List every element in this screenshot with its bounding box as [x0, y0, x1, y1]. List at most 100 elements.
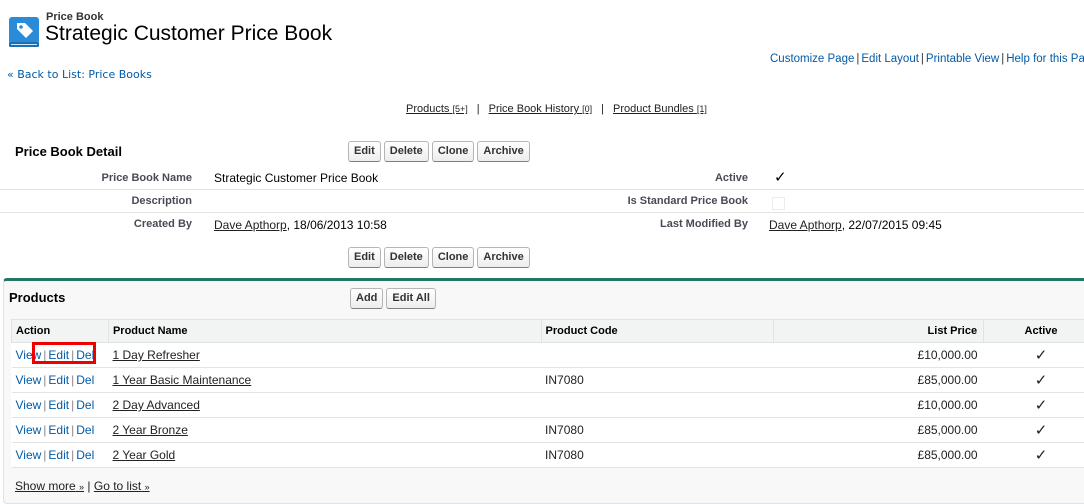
divider — [0, 189, 1084, 190]
created-by-date: , 18/06/2013 10:58 — [287, 218, 387, 232]
last-modified-value: Dave Apthorp, 22/07/2015 09:45 — [769, 218, 942, 232]
delete-link[interactable]: Del — [76, 448, 94, 462]
add-product-button[interactable]: Add — [350, 288, 383, 309]
delete-link[interactable]: Del — [76, 423, 94, 437]
row-actions: View|Edit|Del — [12, 418, 109, 443]
related-link-product-bundles[interactable]: Product Bundles [1] — [613, 103, 707, 115]
products-footer-links: Show more » | Go to list » — [15, 479, 150, 493]
page-title: Strategic Customer Price Book — [45, 22, 332, 46]
edit-all-button[interactable]: Edit All — [386, 288, 435, 309]
related-link-price-book-history[interactable]: Price Book History [0] — [489, 103, 593, 115]
related-link-label: Products — [406, 103, 449, 115]
page-links: Customize Page|Edit Layout|Printable Vie… — [770, 53, 1084, 65]
row-actions: View|Edit|Del — [12, 368, 109, 393]
divider — [0, 212, 1084, 213]
product-name-link[interactable]: 1 Day Refresher — [112, 348, 199, 362]
list-price: £85,000.00 — [774, 368, 984, 393]
table-row: View|Edit|Del1 Day Refresher£10,000.00✓ — [12, 343, 1084, 368]
list-price: £10,000.00 — [774, 393, 984, 418]
product-name-link[interactable]: 2 Year Gold — [112, 448, 175, 462]
product-code — [541, 393, 774, 418]
go-to-list-label: Go to list — [94, 479, 141, 493]
related-link-products[interactable]: Products [5+] — [406, 103, 468, 115]
last-modified-date: , 22/07/2015 09:45 — [842, 218, 942, 232]
column-header-product-code[interactable]: Product Code — [541, 320, 774, 343]
created-by-user-link[interactable]: Dave Apthorp — [214, 218, 287, 232]
edit-link[interactable]: Edit — [48, 448, 69, 462]
active-check-icon: ✓ — [984, 393, 1084, 418]
related-link-count: [1] — [697, 104, 707, 114]
description-label: Description — [131, 195, 192, 207]
product-name-link[interactable]: 1 Year Basic Maintenance — [112, 373, 251, 387]
highlight-box — [32, 342, 96, 364]
product-name-link[interactable]: 2 Day Advanced — [112, 398, 199, 412]
product-code — [541, 343, 774, 368]
products-section-title: Products — [9, 290, 65, 305]
view-link[interactable]: View — [16, 448, 42, 462]
price-book-name-label: Price Book Name — [102, 172, 192, 184]
table-row: View|Edit|Del1 Year Basic Maintenance IN7… — [12, 368, 1084, 393]
column-header-list-price[interactable]: List Price — [774, 320, 984, 343]
view-link[interactable]: View — [16, 373, 42, 387]
archive-button[interactable]: Archive — [477, 141, 529, 162]
list-price: £85,000.00 — [774, 443, 984, 468]
customize-page-link[interactable]: Customize Page — [770, 53, 854, 65]
go-to-list-link[interactable]: Go to list » — [94, 479, 150, 493]
row-actions: View|Edit|Del — [12, 443, 109, 468]
edit-button[interactable]: Edit — [348, 141, 381, 162]
active-check-icon: ✓ — [984, 418, 1084, 443]
edit-link[interactable]: Edit — [48, 373, 69, 387]
column-header-product-name[interactable]: Product Name — [108, 320, 541, 343]
help-link[interactable]: Help for this Page — [1006, 53, 1084, 65]
active-check-icon: ✓ — [984, 368, 1084, 393]
last-modified-user-link[interactable]: Dave Apthorp — [769, 218, 842, 232]
column-header-active[interactable]: Active — [984, 320, 1084, 343]
related-link-label: Price Book History — [489, 103, 579, 115]
edit-button[interactable]: Edit — [348, 247, 381, 268]
view-link[interactable]: View — [16, 423, 42, 437]
active-label: Active — [715, 172, 748, 184]
edit-layout-link[interactable]: Edit Layout — [861, 53, 919, 65]
created-by-value: Dave Apthorp, 18/06/2013 10:58 — [214, 218, 387, 232]
detail-top-buttons: EditDeleteCloneArchive — [348, 141, 533, 162]
list-price: £10,000.00 — [774, 343, 984, 368]
active-check-icon: ✓ — [984, 343, 1084, 368]
is-standard-checkbox-unchecked — [772, 197, 785, 210]
product-name-link[interactable]: 2 Year Bronze — [112, 423, 187, 437]
is-standard-label: Is Standard Price Book — [628, 195, 748, 207]
list-price: £85,000.00 — [774, 418, 984, 443]
delete-button[interactable]: Delete — [384, 247, 429, 268]
clone-button[interactable]: Clone — [432, 141, 475, 162]
column-header-action: Action — [12, 320, 109, 343]
table-header-row: Action Product Name Product Code List Pr… — [12, 320, 1084, 343]
edit-link[interactable]: Edit — [48, 423, 69, 437]
delete-link[interactable]: Del — [76, 398, 94, 412]
clone-button[interactable]: Clone — [432, 247, 475, 268]
related-link-label: Product Bundles — [613, 103, 694, 115]
product-code: IN7080 — [541, 368, 774, 393]
row-actions: View|Edit|Del — [12, 393, 109, 418]
show-more-link[interactable]: Show more » — [15, 479, 84, 493]
archive-button[interactable]: Archive — [477, 247, 529, 268]
detail-bottom-buttons: EditDeleteCloneArchive — [348, 247, 533, 268]
show-more-label: Show more — [15, 479, 76, 493]
active-checkbox-checked: ✓ — [774, 171, 787, 185]
delete-link[interactable]: Del — [76, 373, 94, 387]
table-row: View|Edit|Del2 Year Gold IN7080£85,000.00… — [12, 443, 1084, 468]
table-row: View|Edit|Del2 Year Bronze IN7080£85,000.… — [12, 418, 1084, 443]
printable-view-link[interactable]: Printable View — [926, 53, 999, 65]
back-to-list-link[interactable]: « Back to List: Price Books — [7, 68, 152, 81]
related-link-count: [5+] — [452, 104, 467, 114]
product-code: IN7080 — [541, 418, 774, 443]
price-book-icon — [8, 16, 40, 48]
delete-button[interactable]: Delete — [384, 141, 429, 162]
view-link[interactable]: View — [16, 398, 42, 412]
price-book-name-value: Strategic Customer Price Book — [214, 171, 378, 185]
created-by-label: Created By — [134, 218, 192, 230]
related-link-count: [0] — [582, 104, 592, 114]
product-code: IN7080 — [541, 443, 774, 468]
table-row: View|Edit|Del2 Day Advanced £10,000.00✓ — [12, 393, 1084, 418]
products-table: Action Product Name Product Code List Pr… — [11, 319, 1084, 468]
last-modified-label: Last Modified By — [660, 218, 748, 230]
edit-link[interactable]: Edit — [48, 398, 69, 412]
